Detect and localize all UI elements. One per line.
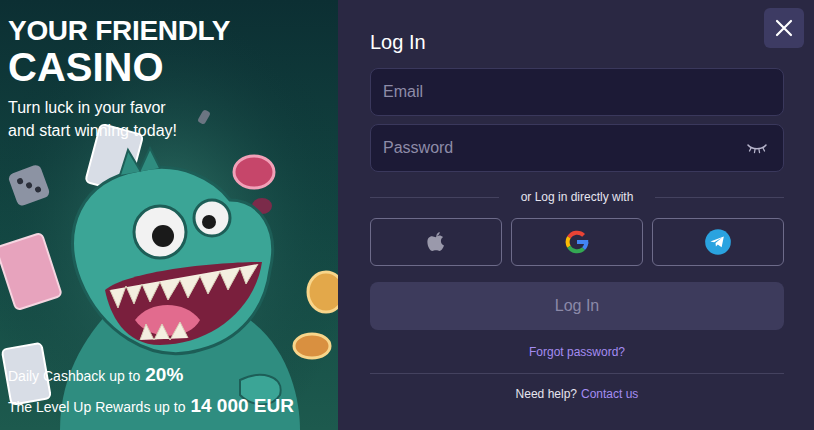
- rewards-label: The Level Up Rewards up to: [8, 397, 185, 418]
- promo-title: YOUR FRIENDLY: [8, 16, 330, 46]
- login-button-label: Log In: [555, 294, 599, 318]
- cashback-offer: Daily Cashback up to 20%: [8, 361, 330, 390]
- login-panel: Log In or Log in directly with Log In Fo…: [338, 0, 814, 430]
- divider-line: [655, 197, 784, 198]
- forgot-password-link[interactable]: Forgot password?: [529, 344, 625, 360]
- social-login-button[interactable]: [370, 218, 502, 266]
- social-login-row: [370, 218, 784, 266]
- promo-title: CASINO: [8, 46, 330, 88]
- password-field: [370, 124, 784, 172]
- telegram-icon: [704, 228, 732, 256]
- social-login-button[interactable]: [511, 218, 643, 266]
- promo-panel: YOUR FRIENDLY CASINO Turn luck in your f…: [0, 0, 338, 430]
- rewards-value: 14 000 EUR: [190, 392, 294, 421]
- cashback-value: 20%: [145, 361, 183, 390]
- divider-text: or Log in directly with: [521, 188, 634, 206]
- help-text: Need help?: [516, 386, 577, 402]
- password-input[interactable]: [370, 124, 784, 172]
- login-button[interactable]: Log In: [370, 282, 784, 330]
- close-icon: [775, 19, 793, 37]
- rewards-offer: The Level Up Rewards up to 14 000 EUR: [8, 392, 330, 421]
- eye-closed-icon[interactable]: [746, 142, 768, 154]
- promo-content: YOUR FRIENDLY CASINO Turn luck in your f…: [0, 0, 338, 430]
- login-title: Log In: [370, 30, 784, 54]
- footer-divider: [370, 373, 784, 374]
- social-login-button[interactable]: [652, 218, 784, 266]
- cashback-label: Daily Cashback up to: [8, 366, 140, 387]
- email-input[interactable]: [370, 68, 784, 116]
- contact-us-link[interactable]: Contact us: [581, 386, 638, 402]
- apple-icon: [424, 230, 448, 254]
- google-icon: [563, 228, 591, 256]
- promo-offers: Daily Cashback up to 20% The Level Up Re…: [8, 361, 330, 420]
- forgot-row: Forgot password?: [370, 344, 784, 360]
- social-divider: or Log in directly with: [370, 188, 784, 206]
- divider-line: [370, 197, 499, 198]
- close-button[interactable]: [764, 8, 804, 48]
- login-modal: YOUR FRIENDLY CASINO Turn luck in your f…: [0, 0, 814, 430]
- help-row: Need help? Contact us: [370, 386, 784, 402]
- promo-tagline: Turn luck in your favor: [8, 96, 330, 119]
- promo-tagline: and start winning today!: [8, 119, 330, 142]
